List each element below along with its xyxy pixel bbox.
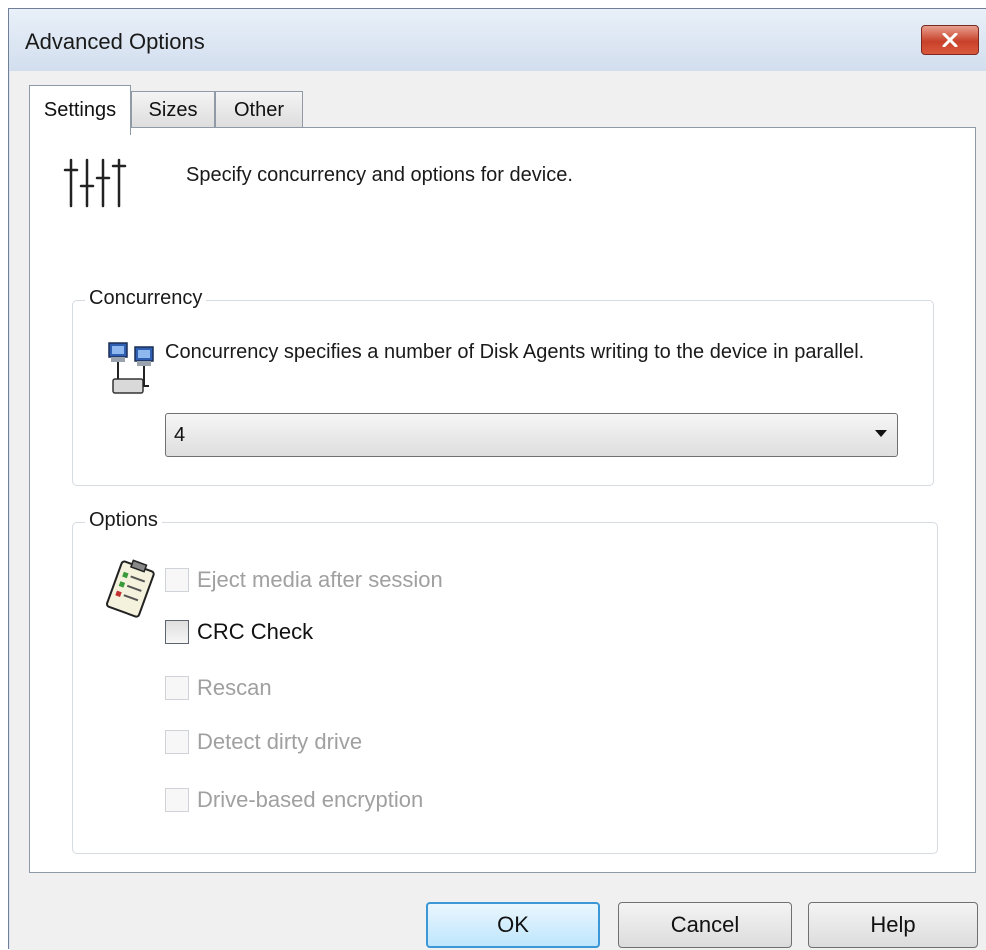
drive-encryption-checkbox-box bbox=[165, 788, 189, 812]
crc-check-label: CRC Check bbox=[197, 619, 314, 644]
concurrency-select-value: 4 bbox=[174, 424, 186, 446]
options-group: Options Eject media after session CRC Ch… bbox=[72, 509, 938, 854]
concurrency-select[interactable]: 4 bbox=[165, 413, 898, 457]
ok-button[interactable]: OK bbox=[426, 902, 600, 948]
tab-sizes-label: Sizes bbox=[148, 99, 198, 121]
close-icon bbox=[942, 33, 958, 47]
detect-dirty-drive-checkbox[interactable]: Detect dirty drive bbox=[165, 727, 362, 757]
crc-check-checkbox[interactable]: CRC Check bbox=[165, 617, 313, 647]
tab-other-label: Other bbox=[233, 99, 285, 121]
help-button-label: Help bbox=[870, 912, 916, 937]
ok-button-label: OK bbox=[497, 912, 529, 937]
dialog-body: Settings Sizes Other Specify concurrency… bbox=[10, 71, 986, 950]
concurrency-group-label: Concurrency bbox=[85, 287, 207, 310]
tab-sizes[interactable]: Sizes bbox=[131, 91, 215, 129]
eject-media-checkbox[interactable]: Eject media after session bbox=[165, 565, 443, 595]
tab-other[interactable]: Other bbox=[215, 91, 303, 129]
tab-settings[interactable]: Settings bbox=[29, 85, 131, 135]
sliders-icon bbox=[63, 158, 127, 208]
rescan-checkbox[interactable]: Rescan bbox=[165, 673, 272, 703]
help-button[interactable]: Help bbox=[808, 902, 978, 948]
rescan-label: Rescan bbox=[197, 675, 272, 700]
tab-settings-label: Settings bbox=[43, 99, 117, 121]
drive-encryption-checkbox[interactable]: Drive-based encryption bbox=[165, 785, 423, 815]
cancel-button-label: Cancel bbox=[670, 912, 740, 937]
settings-tab-panel: Specify concurrency and options for devi… bbox=[29, 127, 976, 873]
dropdown-arrow-icon bbox=[875, 430, 887, 437]
concurrency-description: Concurrency specifies a number of Disk A… bbox=[165, 341, 865, 363]
close-button[interactable] bbox=[921, 25, 979, 55]
window-title: Advanced Options bbox=[25, 29, 205, 54]
advanced-options-dialog: Advanced Options Settings Sizes Other Sp… bbox=[8, 8, 986, 950]
eject-media-checkbox-box bbox=[165, 568, 189, 592]
detect-dirty-drive-label: Detect dirty drive bbox=[197, 729, 363, 754]
settings-description: Specify concurrency and options for devi… bbox=[186, 164, 573, 186]
concurrency-group: Concurrency Concurrency specifies a numb… bbox=[72, 287, 934, 486]
options-group-label: Options bbox=[85, 509, 162, 532]
drive-encryption-label: Drive-based encryption bbox=[197, 787, 424, 812]
crc-check-checkbox-box bbox=[165, 620, 189, 644]
detect-dirty-drive-checkbox-box bbox=[165, 730, 189, 754]
rescan-checkbox-box bbox=[165, 676, 189, 700]
checklist-icon bbox=[106, 559, 155, 618]
cancel-button[interactable]: Cancel bbox=[618, 902, 792, 948]
title-bar: Advanced Options bbox=[9, 9, 986, 71]
eject-media-label: Eject media after session bbox=[197, 567, 443, 592]
network-computers-icon bbox=[108, 342, 154, 394]
